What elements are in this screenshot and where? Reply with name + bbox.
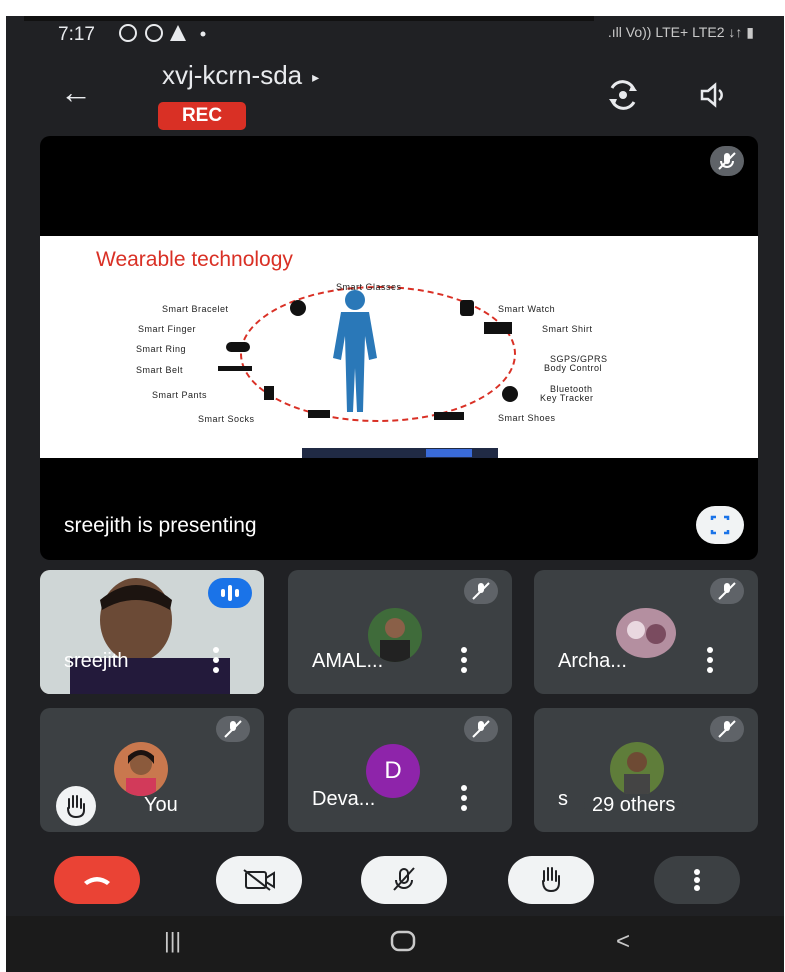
label-body-control: Body Control xyxy=(544,363,603,373)
avatar xyxy=(610,742,664,796)
network-indicators: .ıll Vo)) LTE+ LTE2 ↓↑ ▮ xyxy=(608,24,754,41)
screen-share-bar xyxy=(302,448,498,458)
meeting-code: xvj-kcrn-sda xyxy=(162,60,303,90)
label-smart-ring: Smart Ring xyxy=(136,344,187,354)
more-options-icon[interactable] xyxy=(702,644,718,676)
tracker-icon xyxy=(502,386,518,402)
participant-tile-you[interactable]: You xyxy=(40,708,264,832)
label-smart-pants: Smart Pants xyxy=(152,390,208,400)
camera-toggle-button[interactable] xyxy=(216,856,302,904)
participant-name: Archa... xyxy=(558,650,627,672)
camera-off-icon xyxy=(243,869,275,891)
mic-muted-icon xyxy=(710,146,744,176)
mic-muted-icon xyxy=(710,578,744,604)
mic-off-icon xyxy=(393,867,415,891)
ring-icon xyxy=(226,342,250,352)
mic-muted-icon xyxy=(216,716,250,742)
more-options-icon[interactable] xyxy=(456,782,472,814)
label-smart-watch: Smart Watch xyxy=(498,304,556,314)
caret-right-icon: ▸ xyxy=(312,68,320,85)
stop-sharing-button xyxy=(426,449,472,457)
label-smart-bracelet: Smart Bracelet xyxy=(162,304,229,314)
label-smart-glasses: Smart Glasses xyxy=(336,282,402,292)
status-icons xyxy=(119,24,206,42)
fullscreen-button[interactable] xyxy=(696,506,744,544)
presenting-label: sreejith is presenting xyxy=(64,514,257,537)
avatar xyxy=(114,742,168,796)
mic-muted-icon xyxy=(464,578,498,604)
participant-name: You xyxy=(144,794,178,816)
signal-text: .ıll xyxy=(607,24,622,40)
raised-hand-icon xyxy=(56,786,96,826)
label-smart-socks: Smart Socks xyxy=(198,414,255,424)
more-options-icon[interactable] xyxy=(208,644,224,676)
participant-tile-others[interactable]: s 29 others xyxy=(534,708,758,832)
presentation-stage[interactable]: Wearable technology Smart Glasses Smart … xyxy=(40,136,758,560)
others-count[interactable]: 29 others xyxy=(584,794,684,817)
mic-muted-icon xyxy=(464,716,498,742)
belt-icon xyxy=(218,366,252,371)
shared-slide: Wearable technology Smart Glasses Smart … xyxy=(40,236,758,458)
fullscreen-icon xyxy=(710,515,730,535)
more-options-icon[interactable] xyxy=(456,644,472,676)
raise-hand-button[interactable] xyxy=(508,856,594,904)
home-icon[interactable] xyxy=(388,926,418,961)
participant-name: AMAL... xyxy=(312,650,384,672)
shoe-icon xyxy=(434,412,464,420)
back-arrow-icon: ← xyxy=(60,74,92,110)
bracelet-icon xyxy=(290,300,306,316)
hang-up-button[interactable] xyxy=(54,856,140,904)
label-smart-finger: Smart Finger xyxy=(138,324,197,334)
sock-icon xyxy=(308,410,330,418)
hand-icon xyxy=(542,867,560,893)
label-smart-shoes: Smart Shoes xyxy=(498,413,556,423)
network-text: Vo)) LTE+ LTE2 ↓↑ xyxy=(625,24,743,40)
watch-icon xyxy=(460,300,474,316)
participant-name: sreejith xyxy=(64,650,129,672)
participant-tile-archa[interactable]: Archa... xyxy=(534,570,758,694)
participant-tile-amal[interactable]: AMAL... xyxy=(288,570,512,694)
phone-screen: 7:17 .ıll Vo)) LTE+ LTE2 ↓↑ ▮ ← xvj-kcrn… xyxy=(6,16,784,972)
label-smart-belt: Smart Belt xyxy=(136,365,184,375)
status-bar: 7:17 .ıll Vo)) LTE+ LTE2 ↓↑ ▮ xyxy=(6,16,784,56)
meeting-title[interactable]: xvj-kcrn-sda ▸ xyxy=(162,60,319,91)
human-body-figure xyxy=(333,290,377,412)
rec-badge: REC xyxy=(158,102,246,130)
more-options-button[interactable] xyxy=(654,856,740,904)
participant-name: s xyxy=(558,788,568,810)
phone-hangup-icon xyxy=(84,877,110,885)
battery-icon: ▮ xyxy=(746,24,754,40)
camera-switch-icon[interactable] xyxy=(606,78,640,112)
participant-tile-deva[interactable]: D Deva... xyxy=(288,708,512,832)
recents-icon[interactable]: ||| xyxy=(164,928,181,954)
mic-toggle-button[interactable] xyxy=(361,856,447,904)
clock: 7:17 xyxy=(58,24,95,45)
back-nav-icon[interactable]: < xyxy=(616,928,630,956)
speaker-icon[interactable] xyxy=(696,78,730,112)
participant-name: Deva... xyxy=(312,788,376,810)
shirt-icon xyxy=(484,322,512,334)
pants-icon xyxy=(264,386,274,400)
speaking-indicator-icon xyxy=(208,578,252,608)
label-key-tracker: Key Tracker xyxy=(540,393,594,403)
label-smart-shirt: Smart Shirt xyxy=(542,324,593,334)
slide-title: Wearable technology xyxy=(96,248,293,271)
participant-tile-sreejith[interactable]: sreejith xyxy=(40,570,264,694)
back-button[interactable]: ← xyxy=(60,74,92,111)
mic-muted-icon xyxy=(710,716,744,742)
vertical-dots-icon xyxy=(694,869,700,891)
notification-icons xyxy=(118,22,228,50)
system-navigation-bar: ||| < xyxy=(6,916,784,972)
